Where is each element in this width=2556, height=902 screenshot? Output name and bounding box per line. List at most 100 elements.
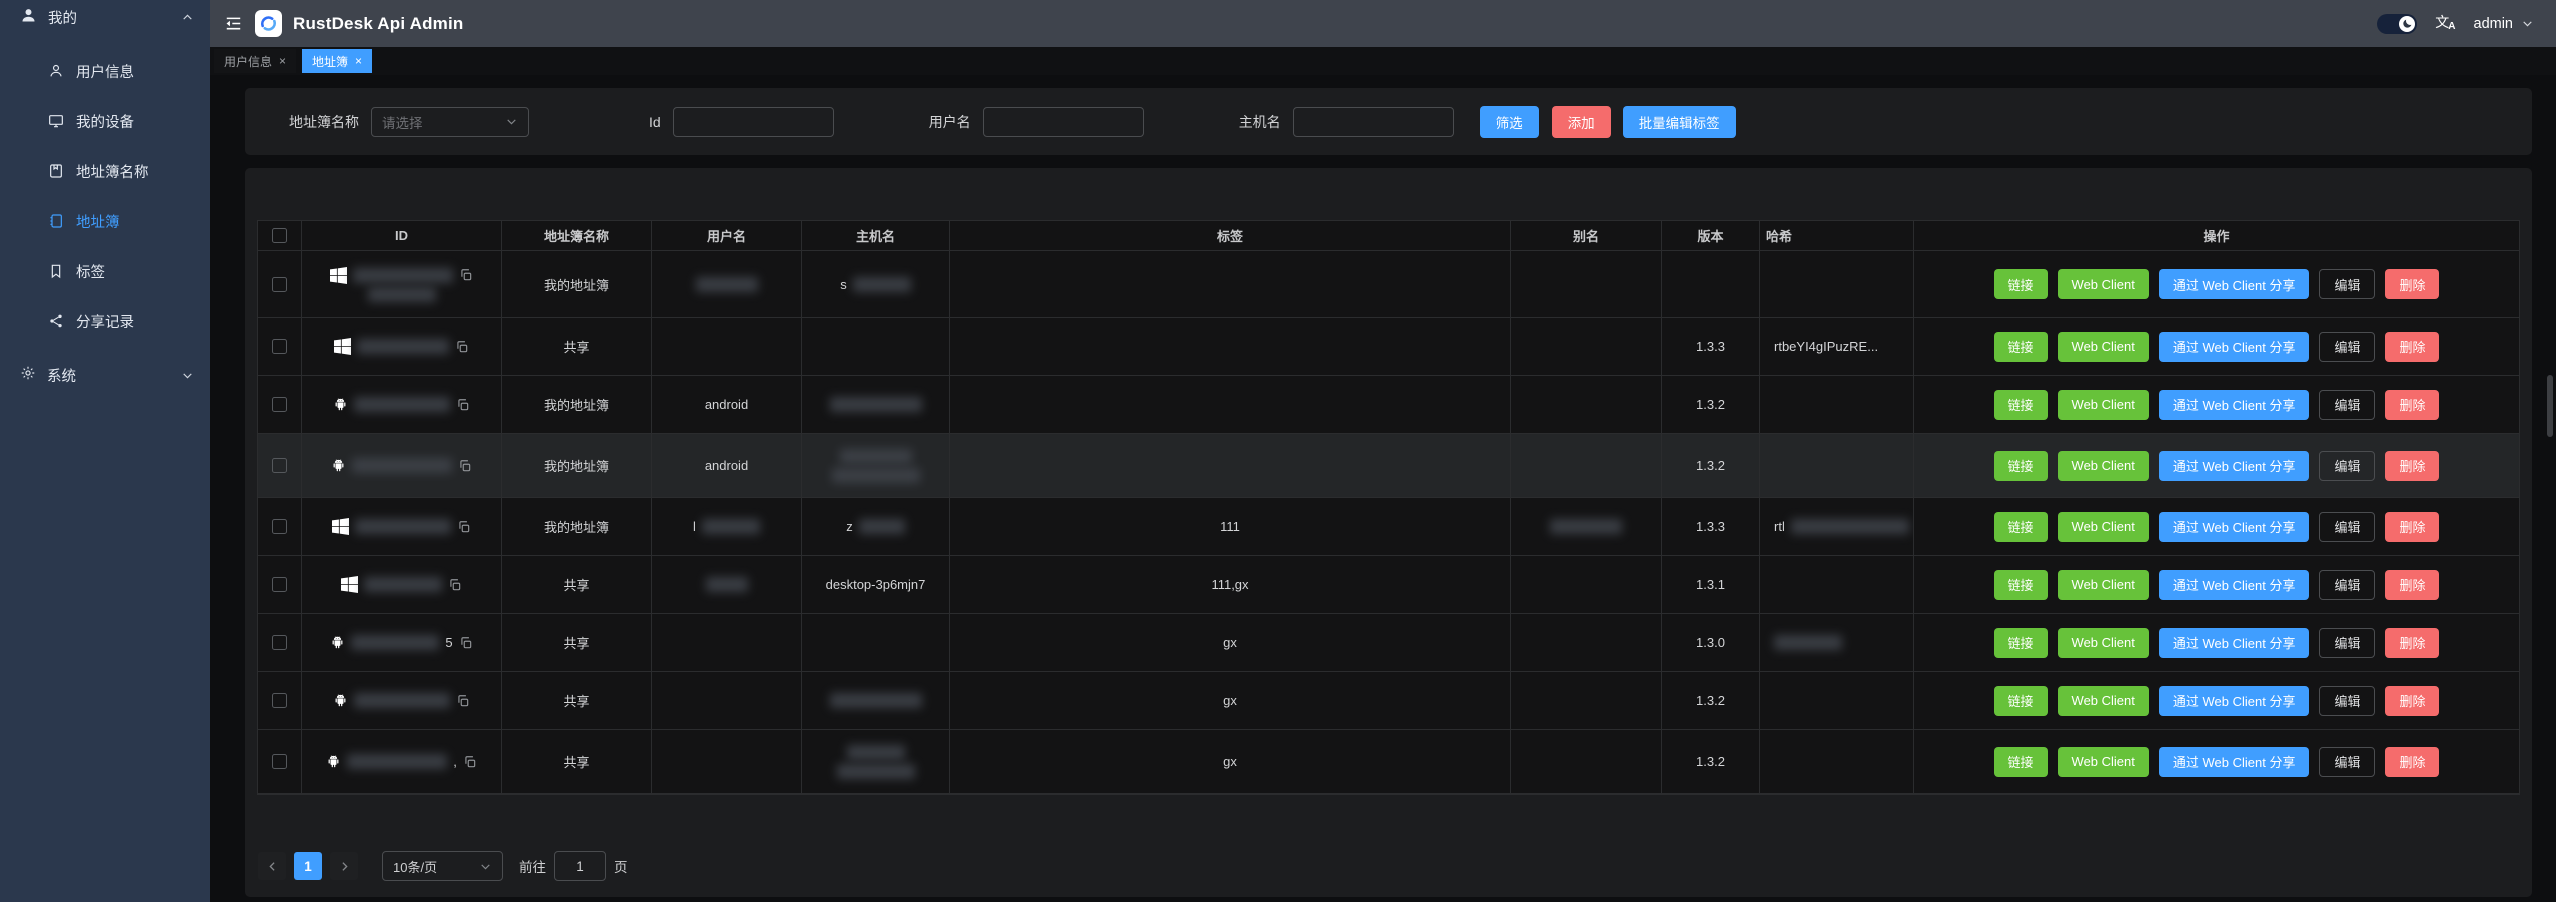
share-web-client-button[interactable]: 通过 Web Client 分享 (2159, 570, 2310, 600)
link-button[interactable]: 链接 (1994, 686, 2048, 716)
delete-button[interactable]: 删除 (2385, 686, 2439, 716)
edit-button[interactable]: 编辑 (2319, 686, 2375, 716)
sidebar-item-4[interactable]: 标签 (0, 246, 210, 296)
web-client-button[interactable]: Web Client (2058, 686, 2149, 716)
delete-button[interactable]: 删除 (2385, 332, 2439, 362)
row-checkbox[interactable] (272, 519, 287, 534)
next-page-button[interactable] (330, 852, 358, 880)
redacted-text (696, 277, 758, 292)
row-checkbox[interactable] (272, 458, 287, 473)
cell-actions: 链接 Web Client 通过 Web Client 分享编辑删除 (1914, 556, 2519, 614)
row-checkbox[interactable] (272, 339, 287, 354)
delete-button[interactable]: 删除 (2385, 570, 2439, 600)
delete-button[interactable]: 删除 (2385, 269, 2439, 299)
username-filter-input[interactable] (983, 107, 1144, 137)
link-button[interactable]: 链接 (1994, 269, 2048, 299)
web-client-button[interactable]: Web Client (2058, 451, 2149, 481)
sidebar-item-5[interactable]: 分享记录 (0, 296, 210, 346)
web-client-button[interactable]: Web Client (2058, 332, 2149, 362)
dark-mode-toggle[interactable] (2377, 14, 2417, 34)
share-web-client-button[interactable]: 通过 Web Client 分享 (2159, 451, 2310, 481)
language-icon[interactable]: 文A (2435, 15, 2455, 32)
web-client-button[interactable]: Web Client (2058, 628, 2149, 658)
web-client-button[interactable]: Web Client (2058, 512, 2149, 542)
abname-filter-select[interactable]: 请选择 (371, 107, 529, 137)
share-web-client-button[interactable]: 通过 Web Client 分享 (2159, 686, 2310, 716)
row-checkbox[interactable] (272, 693, 287, 708)
share-web-client-button[interactable]: 通过 Web Client 分享 (2159, 628, 2310, 658)
share-web-client-button[interactable]: 通过 Web Client 分享 (2159, 512, 2310, 542)
copy-icon[interactable] (459, 636, 473, 650)
copy-icon[interactable] (458, 459, 472, 473)
row-checkbox[interactable] (272, 397, 287, 412)
web-client-button[interactable]: Web Client (2058, 390, 2149, 420)
copy-icon[interactable] (459, 268, 473, 282)
link-button[interactable]: 链接 (1994, 512, 2048, 542)
copy-icon[interactable] (455, 340, 469, 354)
tab-1[interactable]: 地址簿× (302, 49, 372, 73)
sidebar-item-0[interactable]: 用户信息 (0, 46, 210, 96)
row-checkbox[interactable] (272, 277, 287, 292)
tab-0[interactable]: 用户信息× (214, 49, 296, 73)
sidebar-group-my[interactable]: 我的 (0, 0, 210, 34)
goto-page-input[interactable] (554, 851, 606, 881)
share-web-client-button[interactable]: 通过 Web Client 分享 (2159, 390, 2310, 420)
copy-icon[interactable] (448, 578, 462, 592)
delete-button[interactable]: 删除 (2385, 451, 2439, 481)
sidebar-item-1[interactable]: 我的设备 (0, 96, 210, 146)
web-client-button[interactable]: Web Client (2058, 747, 2149, 777)
edit-button[interactable]: 编辑 (2319, 747, 2375, 777)
copy-icon[interactable] (457, 520, 471, 534)
id-filter-input[interactable] (673, 107, 834, 137)
hostname-filter-input[interactable] (1293, 107, 1454, 137)
cell-actions: 链接 Web Client 通过 Web Client 分享编辑删除 (1914, 730, 2519, 794)
row-checkbox[interactable] (272, 754, 287, 769)
cell-hostname: desktop-3p6mjn7 (802, 556, 950, 614)
edit-button[interactable]: 编辑 (2319, 628, 2375, 658)
link-button[interactable]: 链接 (1994, 390, 2048, 420)
share-web-client-button[interactable]: 通过 Web Client 分享 (2159, 332, 2310, 362)
row-checkbox[interactable] (272, 577, 287, 592)
row-checkbox[interactable] (272, 635, 287, 650)
link-button[interactable]: 链接 (1994, 570, 2048, 600)
sidebar-item-2[interactable]: 地址簿名称 (0, 146, 210, 196)
sidebar-item-3[interactable]: 地址簿 (0, 196, 210, 246)
link-button[interactable]: 链接 (1994, 628, 2048, 658)
cell-hash: rtl. (1760, 498, 1914, 556)
share-icon (48, 313, 64, 329)
user-menu[interactable]: admin (2474, 16, 2535, 32)
delete-button[interactable]: 删除 (2385, 512, 2439, 542)
cell-version: 1.3.3 (1662, 498, 1760, 556)
sidebar-group-system[interactable]: 系统 (0, 350, 210, 400)
delete-button[interactable]: 删除 (2385, 390, 2439, 420)
copy-icon[interactable] (456, 398, 470, 412)
scrollbar-thumb[interactable] (2547, 375, 2553, 437)
edit-button[interactable]: 编辑 (2319, 570, 2375, 600)
share-web-client-button[interactable]: 通过 Web Client 分享 (2159, 747, 2310, 777)
link-button[interactable]: 链接 (1994, 747, 2048, 777)
edit-button[interactable]: 编辑 (2319, 512, 2375, 542)
prev-page-button[interactable] (258, 852, 286, 880)
web-client-button[interactable]: Web Client (2058, 269, 2149, 299)
copy-icon[interactable] (456, 694, 470, 708)
edit-button[interactable]: 编辑 (2319, 332, 2375, 362)
close-icon[interactable]: × (355, 55, 362, 67)
link-button[interactable]: 链接 (1994, 332, 2048, 362)
add-button[interactable]: 添加 (1552, 106, 1611, 138)
copy-icon[interactable] (463, 755, 477, 769)
edit-button[interactable]: 编辑 (2319, 390, 2375, 420)
filter-button[interactable]: 筛选 (1480, 106, 1539, 138)
link-button[interactable]: 链接 (1994, 451, 2048, 481)
edit-button[interactable]: 编辑 (2319, 451, 2375, 481)
page-number-button[interactable]: 1 (294, 852, 322, 880)
web-client-button[interactable]: Web Client (2058, 570, 2149, 600)
delete-button[interactable]: 删除 (2385, 628, 2439, 658)
menu-fold-icon[interactable] (224, 14, 243, 33)
batch-edit-tags-button[interactable]: 批量编辑标签 (1623, 106, 1736, 138)
close-icon[interactable]: × (279, 55, 286, 67)
page-size-select[interactable]: 10条/页 (382, 851, 503, 881)
share-web-client-button[interactable]: 通过 Web Client 分享 (2159, 269, 2310, 299)
edit-button[interactable]: 编辑 (2319, 269, 2375, 299)
delete-button[interactable]: 删除 (2385, 747, 2439, 777)
select-all-checkbox[interactable] (272, 228, 287, 243)
